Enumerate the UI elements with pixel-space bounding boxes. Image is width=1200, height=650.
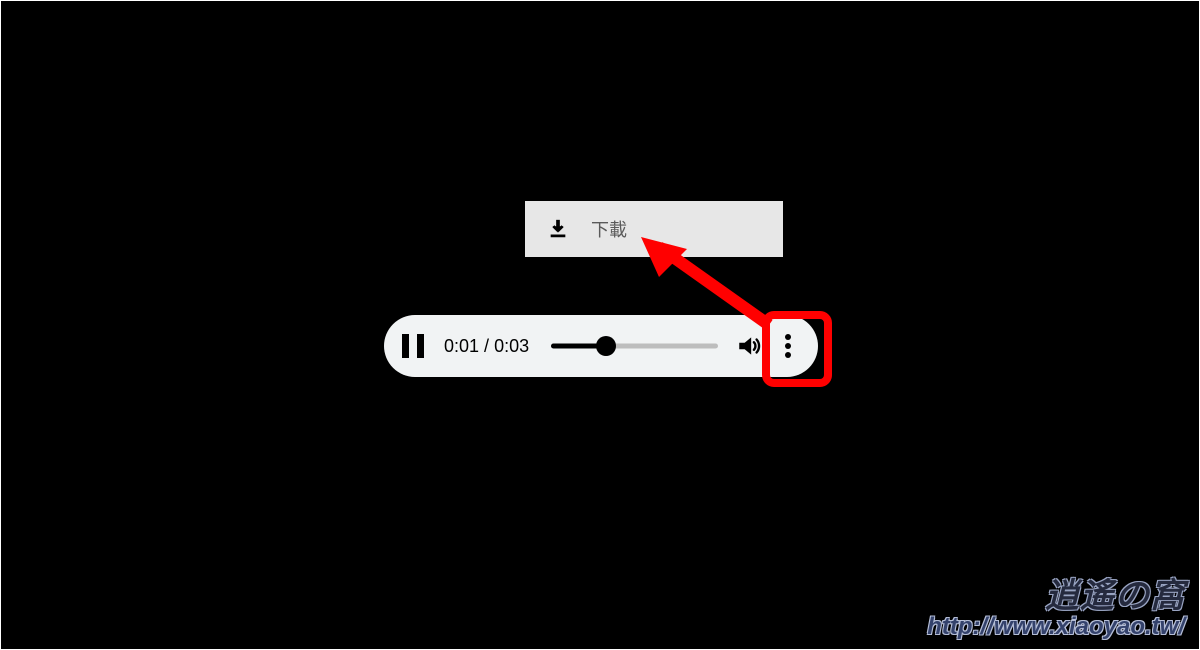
download-label: 下載 bbox=[591, 216, 627, 242]
watermark-title: 逍遙の窩 bbox=[927, 568, 1185, 617]
time-separator: / bbox=[479, 336, 494, 356]
watermark-url: http://www.xiaoyao.tw/ bbox=[927, 613, 1185, 641]
pause-icon bbox=[417, 334, 424, 358]
watermark: 逍遙の窩 http://www.xiaoyao.tw/ bbox=[927, 568, 1185, 641]
volume-icon bbox=[736, 333, 762, 359]
pause-button[interactable] bbox=[402, 334, 424, 358]
more-icon bbox=[785, 334, 791, 340]
progress-slider[interactable] bbox=[551, 334, 718, 358]
more-icon bbox=[785, 352, 791, 358]
download-icon bbox=[547, 218, 569, 240]
download-menu-item[interactable]: 下載 bbox=[525, 201, 783, 257]
more-icon bbox=[785, 343, 791, 349]
more-options-button[interactable] bbox=[776, 332, 800, 360]
stage: 下載 0:01 / 0:03 bbox=[1, 1, 1199, 649]
current-time: 0:01 bbox=[444, 336, 479, 356]
progress-thumb[interactable] bbox=[596, 336, 616, 356]
duration: 0:03 bbox=[494, 336, 529, 356]
volume-button[interactable] bbox=[736, 333, 762, 359]
time-display: 0:01 / 0:03 bbox=[444, 336, 529, 357]
pause-icon bbox=[402, 334, 409, 358]
audio-player: 0:01 / 0:03 bbox=[384, 315, 818, 377]
